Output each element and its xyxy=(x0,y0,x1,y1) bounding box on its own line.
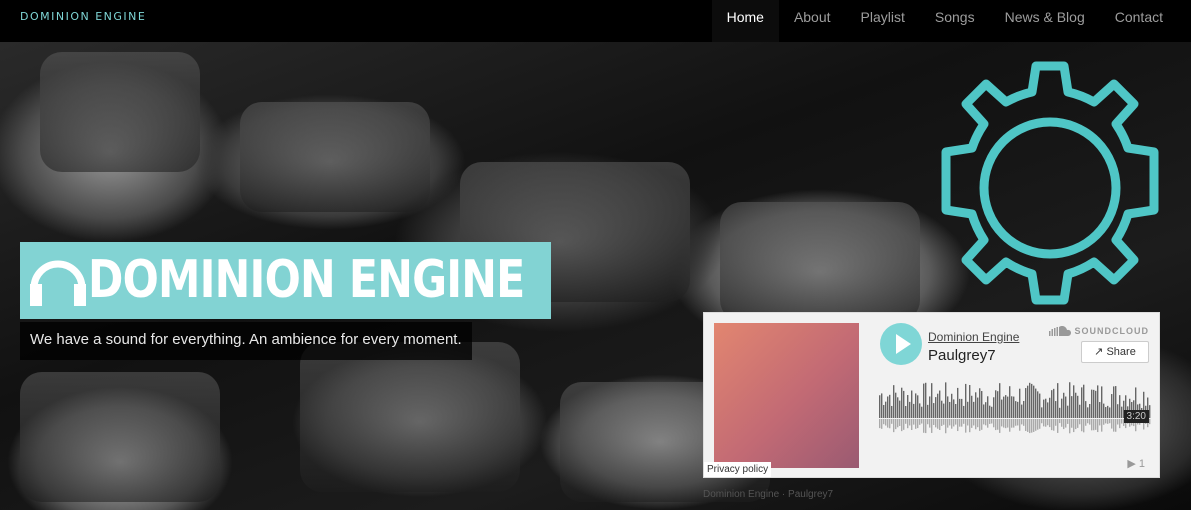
soundcloud-logo[interactable]: SOUNDCLOUD xyxy=(1048,326,1150,336)
share-button[interactable]: ↗ Share xyxy=(1081,341,1149,363)
logo-text: DOMINION ENGINE xyxy=(88,250,525,310)
soundcloud-cloud-icon xyxy=(1048,326,1071,336)
navbar: DOMINION ENGINE Home About Playlist Song… xyxy=(0,0,1191,42)
nav-about[interactable]: About xyxy=(779,0,846,42)
nav-home[interactable]: Home xyxy=(711,0,779,42)
nav-playlist[interactable]: Playlist xyxy=(846,0,920,42)
track-title[interactable]: Paulgrey7 xyxy=(928,347,996,364)
nav-contact[interactable]: Contact xyxy=(1100,0,1178,42)
play-button[interactable] xyxy=(880,323,922,365)
brand-logo[interactable]: DOMINION ENGINE xyxy=(20,10,146,23)
plays-icon: ▶ xyxy=(1127,458,1136,470)
track-artwork[interactable] xyxy=(714,323,859,468)
track-credit: Dominion Engine · Paulgrey7 xyxy=(703,489,834,500)
soundcloud-widget: Privacy policy Dominion Engine Paulgrey7… xyxy=(703,312,1160,478)
artist-link[interactable]: Dominion Engine xyxy=(928,330,1019,344)
nav-songs[interactable]: Songs xyxy=(920,0,990,42)
headphones-icon xyxy=(30,260,86,306)
soundcloud-label: SOUNDCLOUD xyxy=(1074,326,1149,336)
share-icon: ↗ xyxy=(1094,346,1104,358)
gear-icon xyxy=(941,61,1159,305)
privacy-policy-link[interactable]: Privacy policy xyxy=(704,462,772,477)
share-label: Share xyxy=(1106,346,1136,358)
logo-banner: DOMINION ENGINE xyxy=(20,242,551,319)
play-count: ▶ 1 xyxy=(1127,457,1145,470)
waveform[interactable] xyxy=(879,378,1151,448)
nav-menu: Home About Playlist Songs News & Blog Co… xyxy=(711,0,1178,42)
tagline: We have a sound for everything. An ambie… xyxy=(20,322,472,360)
play-count-value: 1 xyxy=(1138,458,1145,470)
nav-news-blog[interactable]: News & Blog xyxy=(990,0,1100,42)
track-duration: 3:20 xyxy=(1123,410,1149,423)
